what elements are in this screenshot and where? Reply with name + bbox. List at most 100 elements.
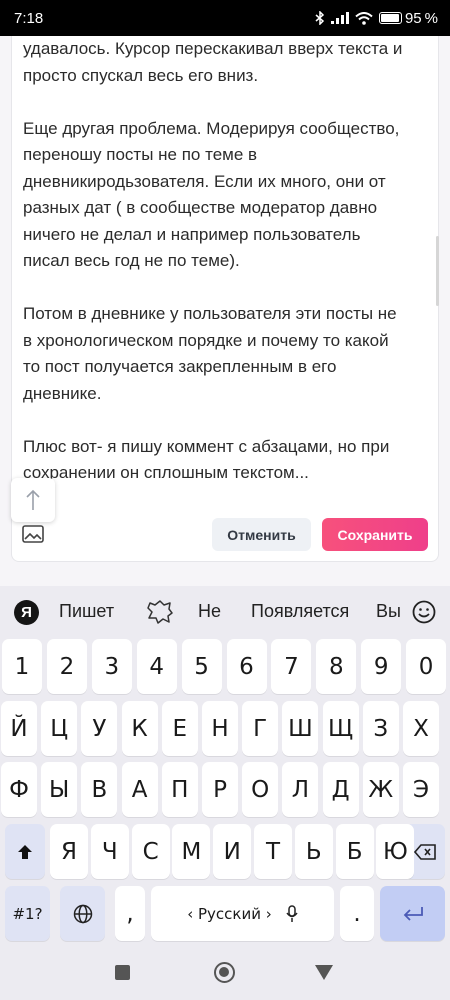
key-Б[interactable]: Б [335, 824, 374, 879]
text-line: в хронологическом порядке и почему то ка… [23, 330, 389, 350]
key-8[interactable]: 8 [316, 639, 357, 694]
recent-apps-icon[interactable] [115, 965, 130, 980]
text-line: Плюс вот- я пишу коммент с абзацами, но … [23, 436, 390, 456]
key-В[interactable]: В [81, 762, 118, 817]
scroll-to-top-button[interactable] [11, 478, 55, 522]
key-Н[interactable]: Н [202, 701, 238, 756]
key-Я[interactable]: Я [50, 824, 88, 879]
key-Ы[interactable]: Ы [41, 762, 78, 817]
period-key[interactable]: . [340, 886, 374, 941]
key-И[interactable]: И [213, 824, 252, 879]
navigation-bar [0, 946, 450, 1000]
language-key[interactable] [60, 886, 105, 941]
key-Г[interactable]: Г [242, 701, 279, 756]
text-line: Потом в дневнике у пользователя эти пост… [23, 304, 397, 323]
key-0[interactable]: 0 [406, 639, 447, 694]
suggestion-bar: Я Пишет Не Появляется Вы [0, 586, 450, 638]
key-6[interactable]: 6 [226, 639, 267, 694]
status-time: 7:18 [14, 9, 44, 27]
key-Ч[interactable]: Ч [90, 824, 129, 879]
comma-key[interactable]: , [115, 886, 145, 941]
text-line: дневнике. [23, 383, 102, 403]
text-line: сохранении он сплошным текстом... [23, 463, 309, 482]
key-1[interactable]: 1 [2, 639, 42, 694]
key-2[interactable]: 2 [46, 639, 87, 694]
enter-key[interactable] [380, 886, 445, 941]
status-icons: 95% [315, 10, 438, 27]
key-3[interactable]: 3 [91, 639, 132, 694]
keyboard: Я Пишет Не Появляется Вы #1? , ‹ Русский… [0, 586, 450, 946]
key-Ю[interactable]: Ю [376, 824, 415, 879]
insert-image-icon[interactable] [22, 524, 44, 544]
key-9[interactable]: 9 [361, 639, 402, 694]
key-Е[interactable]: Е [161, 701, 198, 756]
key-Т[interactable]: Т [254, 824, 292, 879]
enter-icon [403, 906, 423, 921]
shift-key[interactable] [5, 824, 45, 879]
backspace-icon [414, 843, 436, 860]
suggestion-4[interactable]: Вы [376, 601, 402, 622]
key-7[interactable]: 7 [271, 639, 312, 694]
globe-icon [73, 904, 92, 923]
space-key-label: ‹ Русский › [187, 904, 272, 923]
key-К[interactable]: К [121, 701, 158, 756]
key-Ц[interactable]: Ц [41, 701, 78, 756]
text-line: просто спускал весь его вниз. [23, 65, 259, 85]
back-icon[interactable] [315, 965, 333, 980]
speech-bubble-icon[interactable] [147, 600, 173, 624]
text-line: то пост получается закрепленным в его [23, 357, 337, 376]
text-line: удавалось. Курсор перескакивал вверх тек… [23, 39, 403, 58]
key-Ф[interactable]: Ф [1, 762, 37, 817]
shift-icon [18, 844, 32, 859]
space-key[interactable]: ‹ Русский › [151, 886, 334, 941]
symbols-key[interactable]: #1? [5, 886, 50, 941]
key-Э[interactable]: Э [403, 762, 439, 817]
suggestion-1[interactable]: Пишет [59, 601, 114, 622]
key-Ь[interactable]: Ь [294, 824, 333, 879]
emoji-icon[interactable] [412, 600, 436, 624]
cancel-button[interactable]: Отменить [212, 518, 311, 551]
suggestion-3[interactable]: Появляется [251, 601, 349, 622]
key-М[interactable]: М [172, 824, 211, 879]
key-Й[interactable]: Й [1, 701, 37, 756]
text-line: разных дат ( в сообществе модератор давн… [23, 198, 378, 217]
key-4[interactable]: 4 [136, 639, 177, 694]
microphone-icon [286, 904, 298, 922]
text-line: переношу посты не по теме в [23, 145, 258, 164]
save-button[interactable]: Сохранить [322, 518, 428, 551]
status-bar: 7:18 95% [0, 0, 450, 36]
yandex-logo-icon[interactable]: Я [14, 600, 39, 625]
battery-indicator: 95% [378, 9, 438, 27]
text-line: ничего не делал и например пользователь [23, 224, 361, 244]
battery-percent: 95 [404, 9, 422, 27]
bluetooth-icon [315, 11, 325, 25]
key-С[interactable]: С [131, 824, 170, 879]
wifi-icon [355, 11, 373, 25]
key-Л[interactable]: Л [282, 762, 319, 817]
text-line: писал весь год не по теме). [23, 251, 240, 270]
text-line: Еще другая проблема. Модерируя сообществ… [23, 118, 400, 138]
comment-editor: удавалось. Курсор перескакивал вверх тек… [11, 36, 439, 562]
key-5[interactable]: 5 [181, 639, 222, 694]
key-П[interactable]: П [161, 762, 198, 817]
home-icon[interactable] [214, 962, 235, 983]
key-Ш[interactable]: Ш [282, 701, 319, 756]
key-З[interactable]: З [362, 701, 399, 756]
key-Х[interactable]: Х [403, 701, 439, 756]
arrow-up-icon [26, 489, 40, 510]
key-У[interactable]: У [81, 701, 118, 756]
comment-textarea[interactable]: удавалось. Курсор перескакивал вверх тек… [23, 36, 423, 486]
key-Щ[interactable]: Щ [322, 701, 359, 756]
key-О[interactable]: О [242, 762, 279, 817]
key-А[interactable]: А [121, 762, 158, 817]
key-Р[interactable]: Р [202, 762, 238, 817]
signal-icon [330, 12, 349, 24]
key-Ж[interactable]: Ж [362, 762, 399, 817]
editor-scrollbar[interactable] [436, 236, 439, 306]
battery-icon [378, 12, 402, 24]
key-Д[interactable]: Д [322, 762, 359, 817]
suggestion-2[interactable]: Не [198, 601, 221, 622]
